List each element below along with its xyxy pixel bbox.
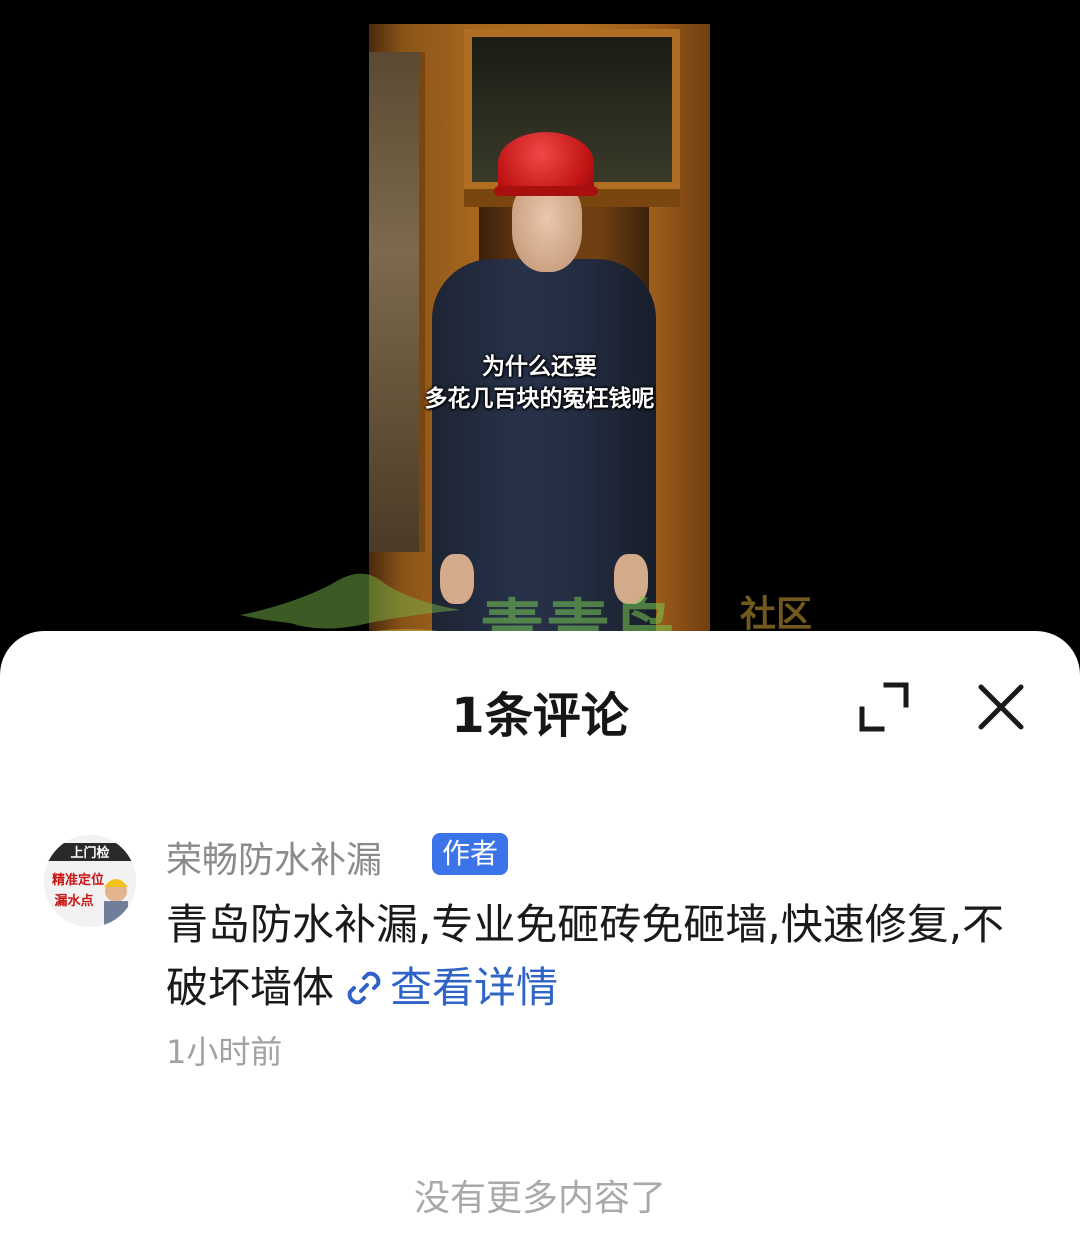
view-details-label: 查看详情 — [390, 963, 559, 1012]
person-hand-left — [440, 554, 474, 604]
comment-text[interactable]: 青岛防水补漏,专业免砸砖免砸墙,快速修复,不破坏墙体 查看详情 — [166, 893, 1026, 1019]
avatar-text-3: 漏水点 — [54, 893, 93, 909]
caption-line-2: 多花几百块的冤枉钱呢 — [424, 386, 655, 412]
person-uniform — [432, 259, 656, 664]
comments-title: 1条评论 — [451, 688, 629, 744]
caption-line-1: 为什么还要 — [482, 354, 597, 380]
avatar-text-2: 精准定位 — [52, 872, 104, 888]
watermark-subtitle: 社区 — [740, 594, 813, 635]
no-more-content: 没有更多内容了 — [413, 1178, 666, 1219]
video-wall-panel — [369, 52, 425, 552]
video-player[interactable]: 为什么还要 多花几百块的冤枉钱呢 — [369, 24, 710, 664]
person-hand-right — [614, 554, 648, 604]
comment-author[interactable]: 荣畅防水补漏 — [166, 831, 382, 883]
avatar-image: 上门检 精准定位 漏水点 — [44, 835, 136, 927]
link-icon — [347, 971, 381, 1005]
helmet-brim — [494, 186, 598, 196]
helmet-icon — [498, 132, 594, 194]
author-badge: 作者 — [432, 833, 509, 875]
expand-icon — [859, 682, 909, 732]
comment-body: 青岛防水补漏,专业免砸砖免砸墙,快速修复,不破坏墙体 — [166, 900, 1005, 1012]
video-caption: 为什么还要 多花几百块的冤枉钱呢 — [369, 351, 710, 415]
comment-time: 1小时前 — [166, 1033, 283, 1071]
close-button[interactable] — [975, 681, 1027, 733]
comments-sheet: 1条评论 上门检 精准定位 漏水点 荣畅防水补漏 作者 青岛防水补漏,专业免砸砖… — [0, 631, 1080, 1239]
close-icon — [978, 684, 1024, 730]
view-details-link[interactable]: 查看详情 — [334, 963, 558, 1012]
avatar-text-1: 上门检 — [70, 845, 109, 861]
avatar[interactable]: 上门检 精准定位 漏水点 — [44, 835, 136, 927]
expand-button[interactable] — [856, 681, 912, 733]
